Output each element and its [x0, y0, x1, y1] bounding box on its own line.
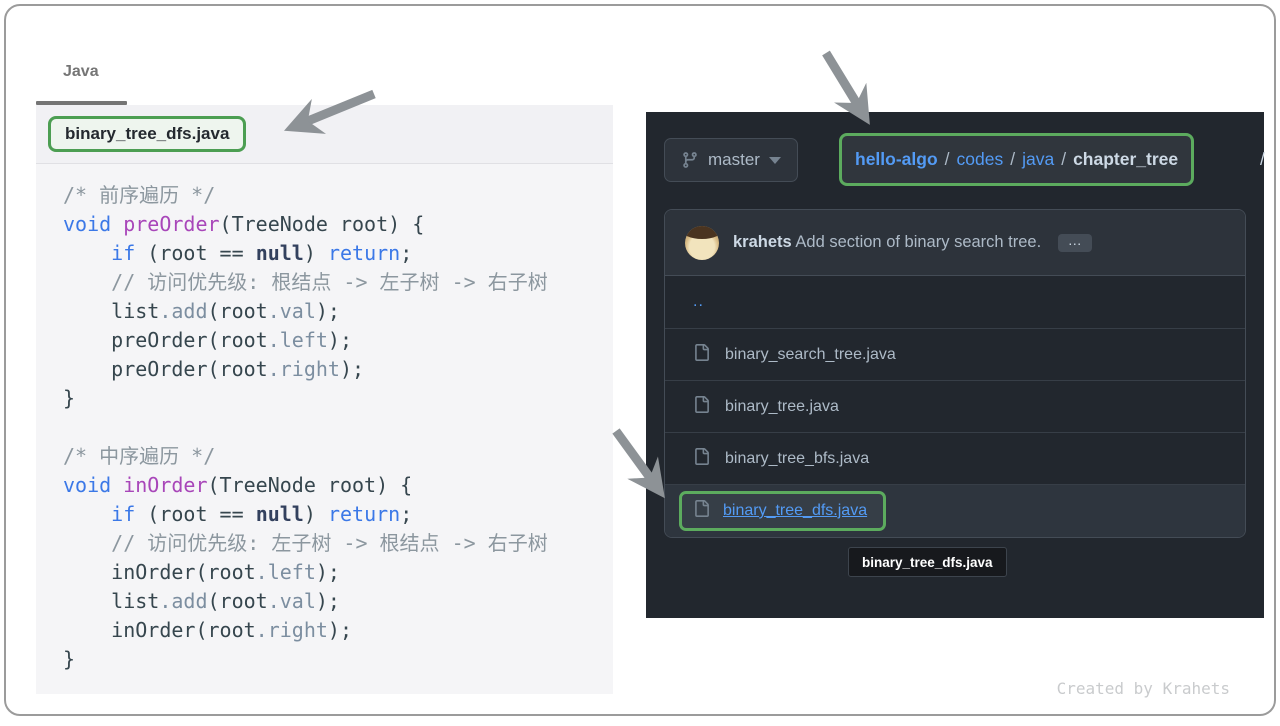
file-table: krahets Add section of binary search tre…	[664, 209, 1246, 538]
branch-name: master	[708, 150, 760, 170]
code-line: list.add(root.val);	[63, 587, 613, 616]
commit-more-button[interactable]: …	[1058, 234, 1092, 252]
tab-java[interactable]: Java	[63, 63, 99, 81]
commit-author-link[interactable]: krahets	[733, 233, 792, 251]
breadcrumb-segment-chapter_tree: chapter_tree	[1073, 149, 1178, 170]
code-line: void preOrder(TreeNode root) {	[63, 210, 613, 239]
credit-text: Created by Krahets	[1057, 679, 1230, 698]
code-line: list.add(root.val);	[63, 297, 613, 326]
commit-message-line: krahets Add section of binary search tre…	[733, 233, 1092, 252]
breadcrumb-separator: /	[1054, 149, 1073, 170]
file-link-binary_search_tree.java[interactable]: binary_search_tree.java	[725, 346, 896, 364]
breadcrumb-segment-hello-algo[interactable]: hello-algo	[855, 149, 938, 170]
file-row[interactable]: binary_search_tree.java	[665, 328, 1245, 380]
commit-message[interactable]: Add section of binary search tree.	[795, 233, 1041, 251]
chevron-down-icon	[769, 157, 781, 164]
file-icon	[693, 396, 710, 418]
file-row[interactable]: binary_tree_dfs.java	[665, 484, 1245, 537]
breadcrumb-separator: /	[1003, 149, 1022, 170]
breadcrumb-segment-codes[interactable]: codes	[957, 149, 1004, 170]
breadcrumb-segment-java[interactable]: java	[1022, 149, 1054, 170]
github-file-browser: master hello-algo/codes/java/chapter_tre…	[646, 112, 1264, 618]
code-line: // 访问优先级: 根结点 -> 左子树 -> 右子树	[63, 268, 613, 297]
file-link-binary_tree_bfs.java[interactable]: binary_tree_bfs.java	[725, 450, 869, 468]
code-line: /* 中序遍历 */	[63, 442, 613, 471]
code-block: /* 中序遍历 */void inOrder(TreeNode root) { …	[63, 442, 613, 674]
file-row[interactable]: binary_tree_bfs.java	[665, 432, 1245, 484]
code-line: }	[63, 384, 613, 413]
branch-selector-button[interactable]: master	[664, 138, 798, 182]
code-block: /* 前序遍历 */void preOrder(TreeNode root) {…	[63, 181, 613, 413]
code-line: inOrder(root.left);	[63, 558, 613, 587]
avatar[interactable]	[685, 226, 719, 260]
code-line: inOrder(root.right);	[63, 616, 613, 645]
breadcrumb-separator: /	[938, 149, 957, 170]
breadcrumb-highlight-box: hello-algo/codes/java/chapter_tree	[839, 133, 1194, 186]
code-viewer: binary_tree_dfs.java /* 前序遍历 */void preO…	[36, 105, 613, 694]
code-line: void inOrder(TreeNode root) {	[63, 471, 613, 500]
code-line: // 访问优先级: 左子树 -> 根结点 -> 右子树	[63, 529, 613, 558]
code-line: preOrder(root.right);	[63, 355, 613, 384]
file-link-binary_tree.java[interactable]: binary_tree.java	[725, 398, 839, 416]
file-row[interactable]: binary_tree.java	[665, 380, 1245, 432]
code-line: preOrder(root.left);	[63, 326, 613, 355]
code-line: }	[63, 645, 613, 674]
file-icon	[693, 448, 710, 470]
latest-commit-row: krahets Add section of binary search tre…	[665, 210, 1245, 276]
git-branch-icon	[681, 151, 699, 169]
file-link-binary_tree_dfs.java[interactable]: binary_tree_dfs.java	[723, 502, 867, 520]
file-icon	[693, 500, 710, 522]
code-line: if (root == null) return;	[63, 239, 613, 268]
parent-directory-link[interactable]: ..	[693, 293, 704, 311]
arrow-to-breadcrumb	[826, 53, 862, 112]
file-highlight-box: binary_tree_dfs.java	[679, 491, 886, 531]
code-content: /* 前序遍历 */void preOrder(TreeNode root) {…	[36, 164, 613, 674]
file-row[interactable]: ..	[665, 276, 1245, 328]
file-icon	[693, 344, 710, 366]
filename-tooltip: binary_tree_dfs.java	[848, 547, 1007, 577]
breadcrumb-trailing-slash: /	[1260, 149, 1265, 170]
code-line: if (root == null) return;	[63, 500, 613, 529]
code-file-header: binary_tree_dfs.java	[36, 105, 613, 164]
code-line: /* 前序遍历 */	[63, 181, 613, 210]
screenshot-card: Java binary_tree_dfs.java /* 前序遍历 */void…	[4, 4, 1276, 716]
file-title-highlight-box: binary_tree_dfs.java	[48, 116, 246, 152]
